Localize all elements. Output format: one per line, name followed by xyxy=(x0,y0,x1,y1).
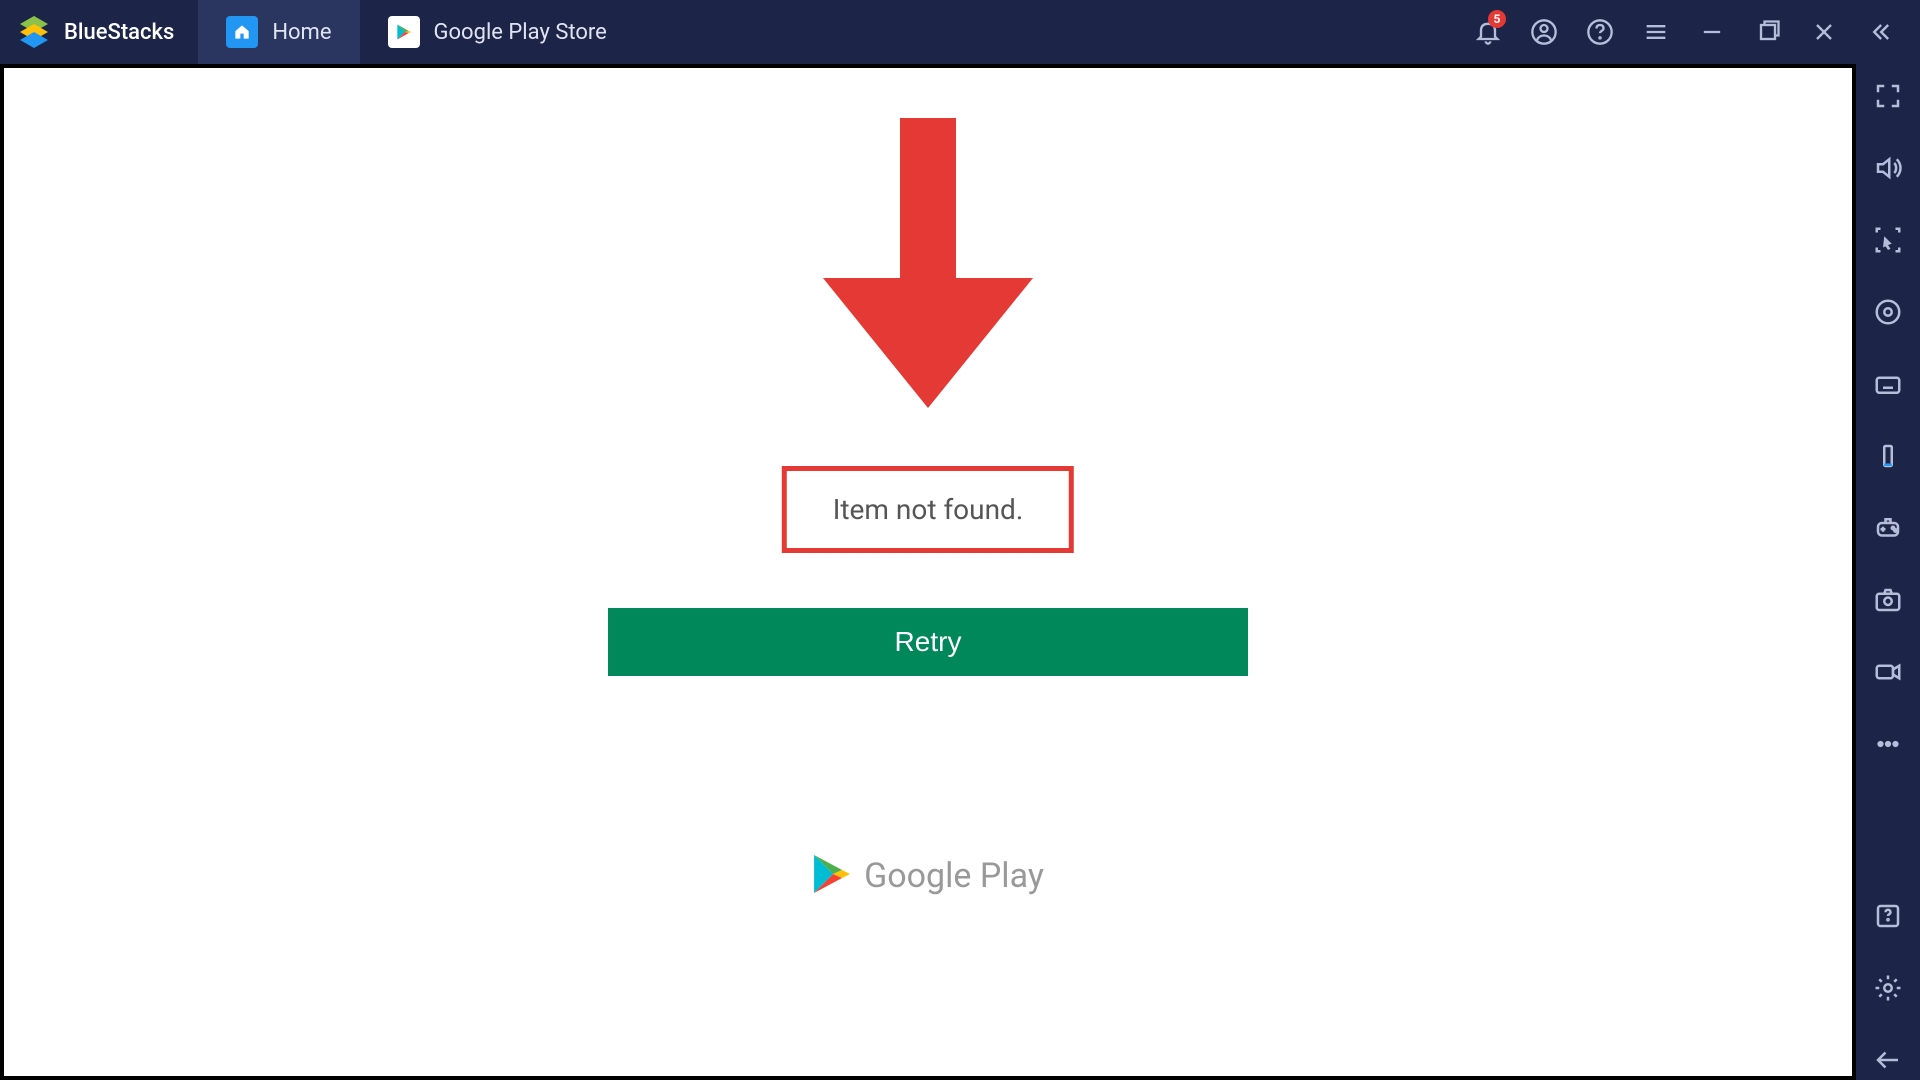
rotate-button[interactable] xyxy=(1868,436,1908,476)
annotation-arrow-icon xyxy=(823,118,1033,412)
error-message-box: Item not found. xyxy=(782,466,1074,553)
keyboard-button[interactable] xyxy=(1868,364,1908,404)
record-button[interactable] xyxy=(1868,652,1908,692)
main-area: Item not found. Retry Google Play xyxy=(0,64,1920,1080)
menu-button[interactable] xyxy=(1628,0,1684,64)
play-store-content: Item not found. Retry Google Play xyxy=(4,68,1852,1076)
notification-badge: 5 xyxy=(1488,10,1506,28)
app-window: BlueStacks Home xyxy=(0,0,1920,1080)
fullscreen-button[interactable] xyxy=(1868,76,1908,116)
bluestacks-logo-icon xyxy=(16,14,52,50)
maximize-button[interactable] xyxy=(1740,0,1796,64)
settings-button[interactable] xyxy=(1868,968,1908,1008)
minimize-button[interactable] xyxy=(1684,0,1740,64)
titlebar-controls: 5 xyxy=(1460,0,1920,64)
volume-button[interactable] xyxy=(1868,148,1908,188)
error-message-text: Item not found. xyxy=(833,493,1023,526)
help-sidebar-button[interactable] xyxy=(1868,896,1908,936)
tab-home[interactable]: Home xyxy=(198,0,359,64)
notifications-button[interactable]: 5 xyxy=(1460,0,1516,64)
sidebar-tools xyxy=(1856,64,1920,1080)
content-viewport: Item not found. Retry Google Play xyxy=(0,64,1856,1080)
google-play-footer: Google Play xyxy=(812,853,1044,899)
screenshot-button[interactable] xyxy=(1868,580,1908,620)
play-store-icon xyxy=(388,16,420,48)
app-logo-section: BlueStacks xyxy=(0,14,198,50)
tab-home-label: Home xyxy=(272,20,331,45)
help-button[interactable] xyxy=(1572,0,1628,64)
tab-play-store-label: Google Play Store xyxy=(434,20,607,45)
titlebar: BlueStacks Home xyxy=(0,0,1920,64)
game-controls-button[interactable] xyxy=(1868,508,1908,548)
tabs-container: Home Google Play Store xyxy=(198,0,635,64)
lock-cursor-button[interactable] xyxy=(1868,220,1908,260)
retry-button[interactable]: Retry xyxy=(608,608,1248,676)
home-icon xyxy=(226,16,258,48)
tab-play-store[interactable]: Google Play Store xyxy=(360,0,635,64)
app-name: BlueStacks xyxy=(64,20,174,45)
back-button[interactable] xyxy=(1868,1040,1908,1080)
account-button[interactable] xyxy=(1516,0,1572,64)
more-button[interactable] xyxy=(1868,724,1908,764)
close-button[interactable] xyxy=(1796,0,1852,64)
location-button[interactable] xyxy=(1868,292,1908,332)
google-play-logo-icon xyxy=(812,853,850,899)
collapse-sidebar-button[interactable] xyxy=(1852,0,1908,64)
google-play-footer-text: Google Play xyxy=(864,856,1044,896)
